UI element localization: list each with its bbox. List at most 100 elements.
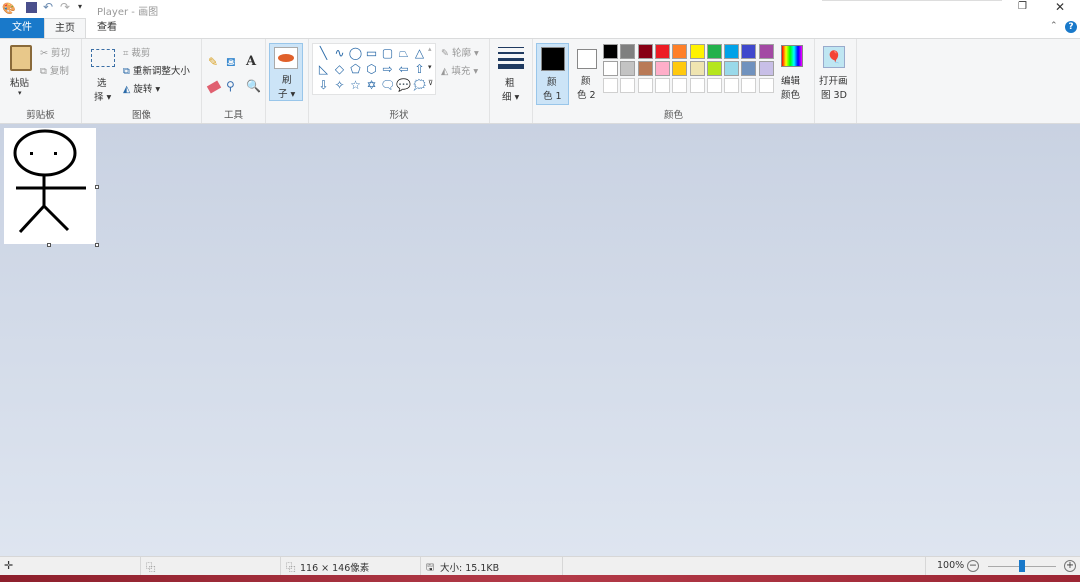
- custom-color-slot[interactable]: [689, 78, 705, 93]
- palette-color[interactable]: [654, 61, 670, 76]
- shape-item[interactable]: ⏢: [396, 46, 411, 60]
- custom-color-slot[interactable]: [603, 78, 618, 93]
- tab-view[interactable]: 查看: [86, 18, 128, 38]
- cut-button[interactable]: ✂ 剪切: [40, 45, 70, 59]
- edit-colors-icon[interactable]: [781, 45, 803, 67]
- palette-color[interactable]: [672, 61, 688, 76]
- magnifier-icon[interactable]: 🔍: [246, 79, 261, 93]
- fill-icon[interactable]: ⛾: [226, 55, 236, 71]
- shape-item[interactable]: ⇨: [380, 62, 395, 76]
- custom-color-slot[interactable]: [672, 78, 688, 93]
- gallery-expand-icon[interactable]: ⊽: [428, 79, 433, 87]
- paste-icon[interactable]: [10, 45, 32, 71]
- custom-color-slot[interactable]: [706, 78, 722, 93]
- drawing-canvas[interactable]: [4, 128, 96, 244]
- fill-button[interactable]: ◭ 填充 ▾: [441, 63, 478, 77]
- palette-color[interactable]: [620, 44, 636, 59]
- palette-color[interactable]: [741, 61, 757, 76]
- help-icon[interactable]: ?: [1065, 21, 1077, 33]
- palette-color[interactable]: [620, 61, 636, 76]
- select-icon[interactable]: [91, 49, 115, 67]
- zoom-out-button[interactable]: −: [967, 560, 979, 572]
- shape-item[interactable]: ◺: [316, 62, 331, 76]
- shape-item[interactable]: ∿: [332, 46, 347, 60]
- redo-icon[interactable]: ↷: [60, 0, 70, 14]
- shape-item[interactable]: ⇦: [396, 62, 411, 76]
- shape-item[interactable]: 💬: [396, 78, 411, 92]
- palette-color[interactable]: [724, 61, 740, 76]
- copy-button[interactable]: ⧉ 复制: [40, 63, 69, 77]
- shape-item[interactable]: △: [412, 46, 427, 60]
- zoom-slider-thumb[interactable]: [1019, 560, 1025, 572]
- palette-color[interactable]: [637, 61, 653, 76]
- palette-color[interactable]: [603, 44, 618, 59]
- resize-handle-right[interactable]: [95, 185, 99, 189]
- shape-item[interactable]: ◯: [348, 46, 363, 60]
- palette-color[interactable]: [758, 44, 774, 59]
- shape-item[interactable]: ╲: [316, 46, 331, 60]
- rotate-button[interactable]: ◭ 旋转 ▾: [123, 81, 160, 95]
- custom-color-slot[interactable]: [620, 78, 636, 93]
- shape-item[interactable]: ☆: [348, 78, 363, 92]
- shape-item[interactable]: ◇: [332, 62, 347, 76]
- open-paint3d-button[interactable]: 🎈 打开画 图 3D: [815, 39, 857, 123]
- palette-color[interactable]: [603, 61, 618, 76]
- save-icon[interactable]: [26, 2, 37, 13]
- color1-button[interactable]: 颜 色 1: [536, 43, 569, 105]
- palette-color[interactable]: [654, 44, 670, 59]
- custom-color-slot[interactable]: [654, 78, 670, 93]
- restore-button[interactable]: ❐: [1018, 1, 1027, 12]
- shape-item[interactable]: ⬡: [364, 62, 379, 76]
- outline-button[interactable]: ✎ 轮廓 ▾: [441, 45, 479, 59]
- pencil-icon[interactable]: ✎: [208, 55, 218, 69]
- size-button[interactable]: 粗 细 ▾: [490, 39, 533, 123]
- shape-item[interactable]: 🗨: [380, 78, 395, 92]
- text-icon[interactable]: A: [246, 54, 256, 69]
- resize-handle-bottom[interactable]: [47, 243, 51, 247]
- palette-color[interactable]: [741, 44, 757, 59]
- palette-color[interactable]: [689, 44, 705, 59]
- custom-color-slot[interactable]: [741, 78, 757, 93]
- close-button[interactable]: ✕: [1055, 0, 1065, 14]
- gallery-down-icon[interactable]: ▾: [428, 63, 432, 71]
- shape-item[interactable]: ▭: [364, 46, 379, 60]
- brushes-button[interactable]: 刷 子 ▾: [269, 43, 303, 101]
- edit-colors-label-1[interactable]: 编辑: [781, 73, 800, 87]
- color-picker-icon[interactable]: ⚲: [226, 79, 235, 93]
- palette-color[interactable]: [689, 61, 705, 76]
- color2-button[interactable]: 颜 色 2: [571, 43, 604, 105]
- custom-color-slot[interactable]: [637, 78, 653, 93]
- paste-button[interactable]: 粘贴: [10, 75, 29, 89]
- select-dropdown[interactable]: 择 ▾: [94, 89, 111, 103]
- resize-button[interactable]: ⧉ 重新调整大小: [123, 63, 190, 77]
- edit-colors-label-2[interactable]: 颜色: [781, 87, 800, 101]
- shape-item[interactable]: ⇧: [412, 62, 427, 76]
- select-button[interactable]: 选: [97, 75, 107, 89]
- collapse-ribbon-icon[interactable]: ⌃: [1050, 21, 1058, 31]
- shape-item[interactable]: ✧: [332, 78, 347, 92]
- eraser-icon[interactable]: [206, 80, 222, 94]
- tab-file[interactable]: 文件: [0, 18, 44, 38]
- palette-color[interactable]: [724, 44, 740, 59]
- gallery-up-icon[interactable]: ▴: [428, 45, 432, 53]
- zoom-in-button[interactable]: +: [1064, 560, 1076, 572]
- paste-dropdown-icon[interactable]: ▾: [18, 89, 22, 97]
- shape-item[interactable]: 🗯: [412, 78, 427, 92]
- palette-color[interactable]: [672, 44, 688, 59]
- custom-color-slot[interactable]: [724, 78, 740, 93]
- palette-color[interactable]: [637, 44, 653, 59]
- customize-quick-access-icon[interactable]: ▾: [78, 2, 82, 11]
- undo-icon[interactable]: ↶: [43, 0, 53, 14]
- palette-color[interactable]: [706, 44, 722, 59]
- custom-color-slot[interactable]: [758, 78, 774, 93]
- palette-color[interactable]: [706, 61, 722, 76]
- crop-button[interactable]: ⌗ 裁剪: [123, 45, 150, 59]
- cut-label: 剪切: [51, 48, 71, 59]
- shape-item[interactable]: ⇩: [316, 78, 331, 92]
- shape-item[interactable]: ▢: [380, 46, 395, 60]
- resize-handle-corner[interactable]: [95, 243, 99, 247]
- palette-color[interactable]: [758, 61, 774, 76]
- tab-home[interactable]: 主页: [44, 18, 86, 39]
- shape-item[interactable]: ⬠: [348, 62, 363, 76]
- shape-item[interactable]: ✡: [364, 78, 379, 92]
